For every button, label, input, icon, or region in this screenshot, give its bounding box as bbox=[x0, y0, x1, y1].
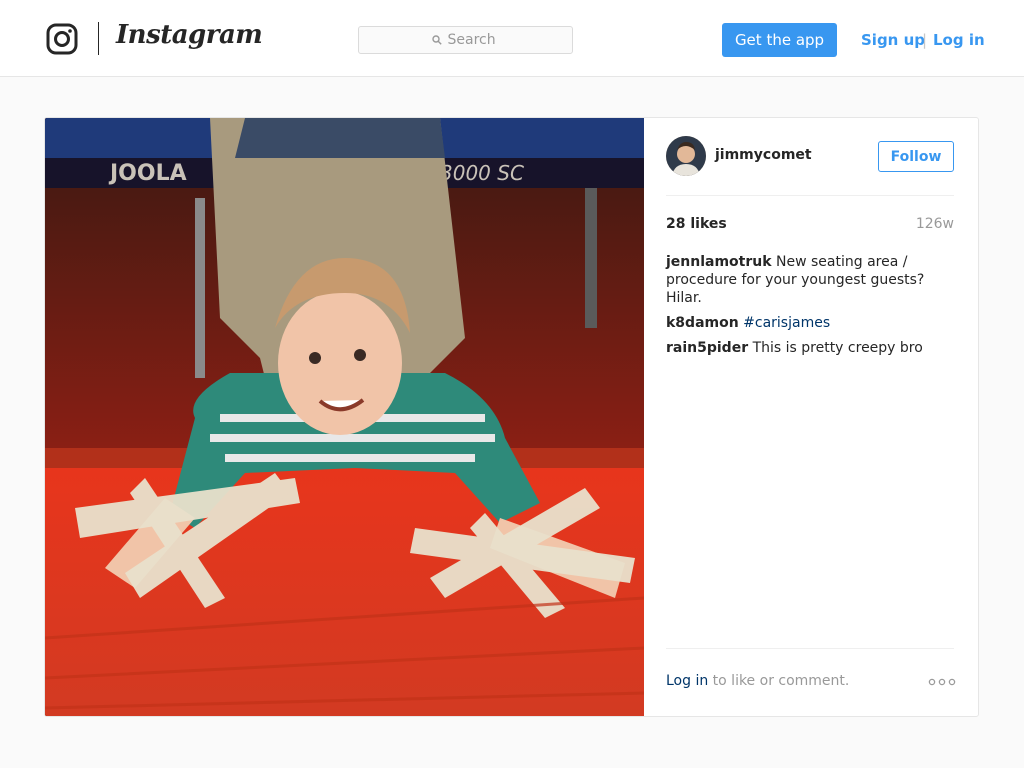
login-prompt: Log in to like or comment. bbox=[666, 673, 849, 689]
comment-username[interactable]: jennlamotruk bbox=[666, 254, 772, 270]
likes-count[interactable]: 28 likes bbox=[666, 216, 727, 232]
search-icon bbox=[431, 35, 442, 45]
post-sidebar: jimmycomet Follow 28 likes 126w jennlamo… bbox=[644, 118, 978, 716]
header-divider bbox=[666, 195, 954, 196]
comment-username[interactable]: rain5pider bbox=[666, 340, 748, 356]
post-card: JOOLA 3000 SC jimmycomet Follow 28 likes… bbox=[44, 117, 979, 717]
table-model-text: 3000 SC bbox=[440, 161, 524, 185]
comment-text: This is pretty creepy bro bbox=[752, 340, 923, 356]
login-prompt-text: to like or comment. bbox=[708, 673, 850, 689]
avatar-image bbox=[666, 136, 706, 176]
author-avatar[interactable] bbox=[666, 136, 706, 176]
comment-item: rain5pider This is pretty creepy bro bbox=[666, 339, 958, 357]
comment-item: jennlamotruk New seating area / procedur… bbox=[666, 253, 958, 307]
search-input[interactable] bbox=[447, 32, 500, 48]
comment-username[interactable]: k8damon bbox=[666, 315, 739, 331]
sign-up-link[interactable]: Sign up bbox=[861, 31, 925, 49]
post-photo-illustration: JOOLA 3000 SC bbox=[45, 118, 644, 716]
instagram-wordmark[interactable]: Instagram bbox=[116, 20, 263, 50]
follow-button[interactable]: Follow bbox=[878, 141, 954, 172]
more-options-icon[interactable] bbox=[928, 677, 956, 687]
log-in-link[interactable]: Log in bbox=[933, 31, 985, 49]
get-the-app-button[interactable]: Get the app bbox=[722, 23, 837, 57]
author-username[interactable]: jimmycomet bbox=[715, 147, 812, 163]
search-box[interactable] bbox=[358, 26, 573, 54]
comment-item: k8damon #carisjames bbox=[666, 314, 958, 332]
instagram-camera-icon[interactable] bbox=[46, 23, 78, 55]
table-brand-text: JOOLA bbox=[108, 161, 187, 186]
post-age[interactable]: 126w bbox=[916, 216, 954, 232]
footer-log-in-link[interactable]: Log in bbox=[666, 673, 708, 689]
post-photo[interactable]: JOOLA 3000 SC bbox=[45, 118, 644, 716]
footer-divider bbox=[666, 648, 954, 649]
comment-hashtag[interactable]: #carisjames bbox=[743, 315, 830, 331]
logo-divider bbox=[98, 22, 99, 55]
comment-list: jennlamotruk New seating area / procedur… bbox=[666, 253, 958, 364]
top-navigation-bar: Instagram Get the app Sign up | Log in bbox=[0, 0, 1024, 77]
auth-separator: | bbox=[922, 31, 928, 49]
